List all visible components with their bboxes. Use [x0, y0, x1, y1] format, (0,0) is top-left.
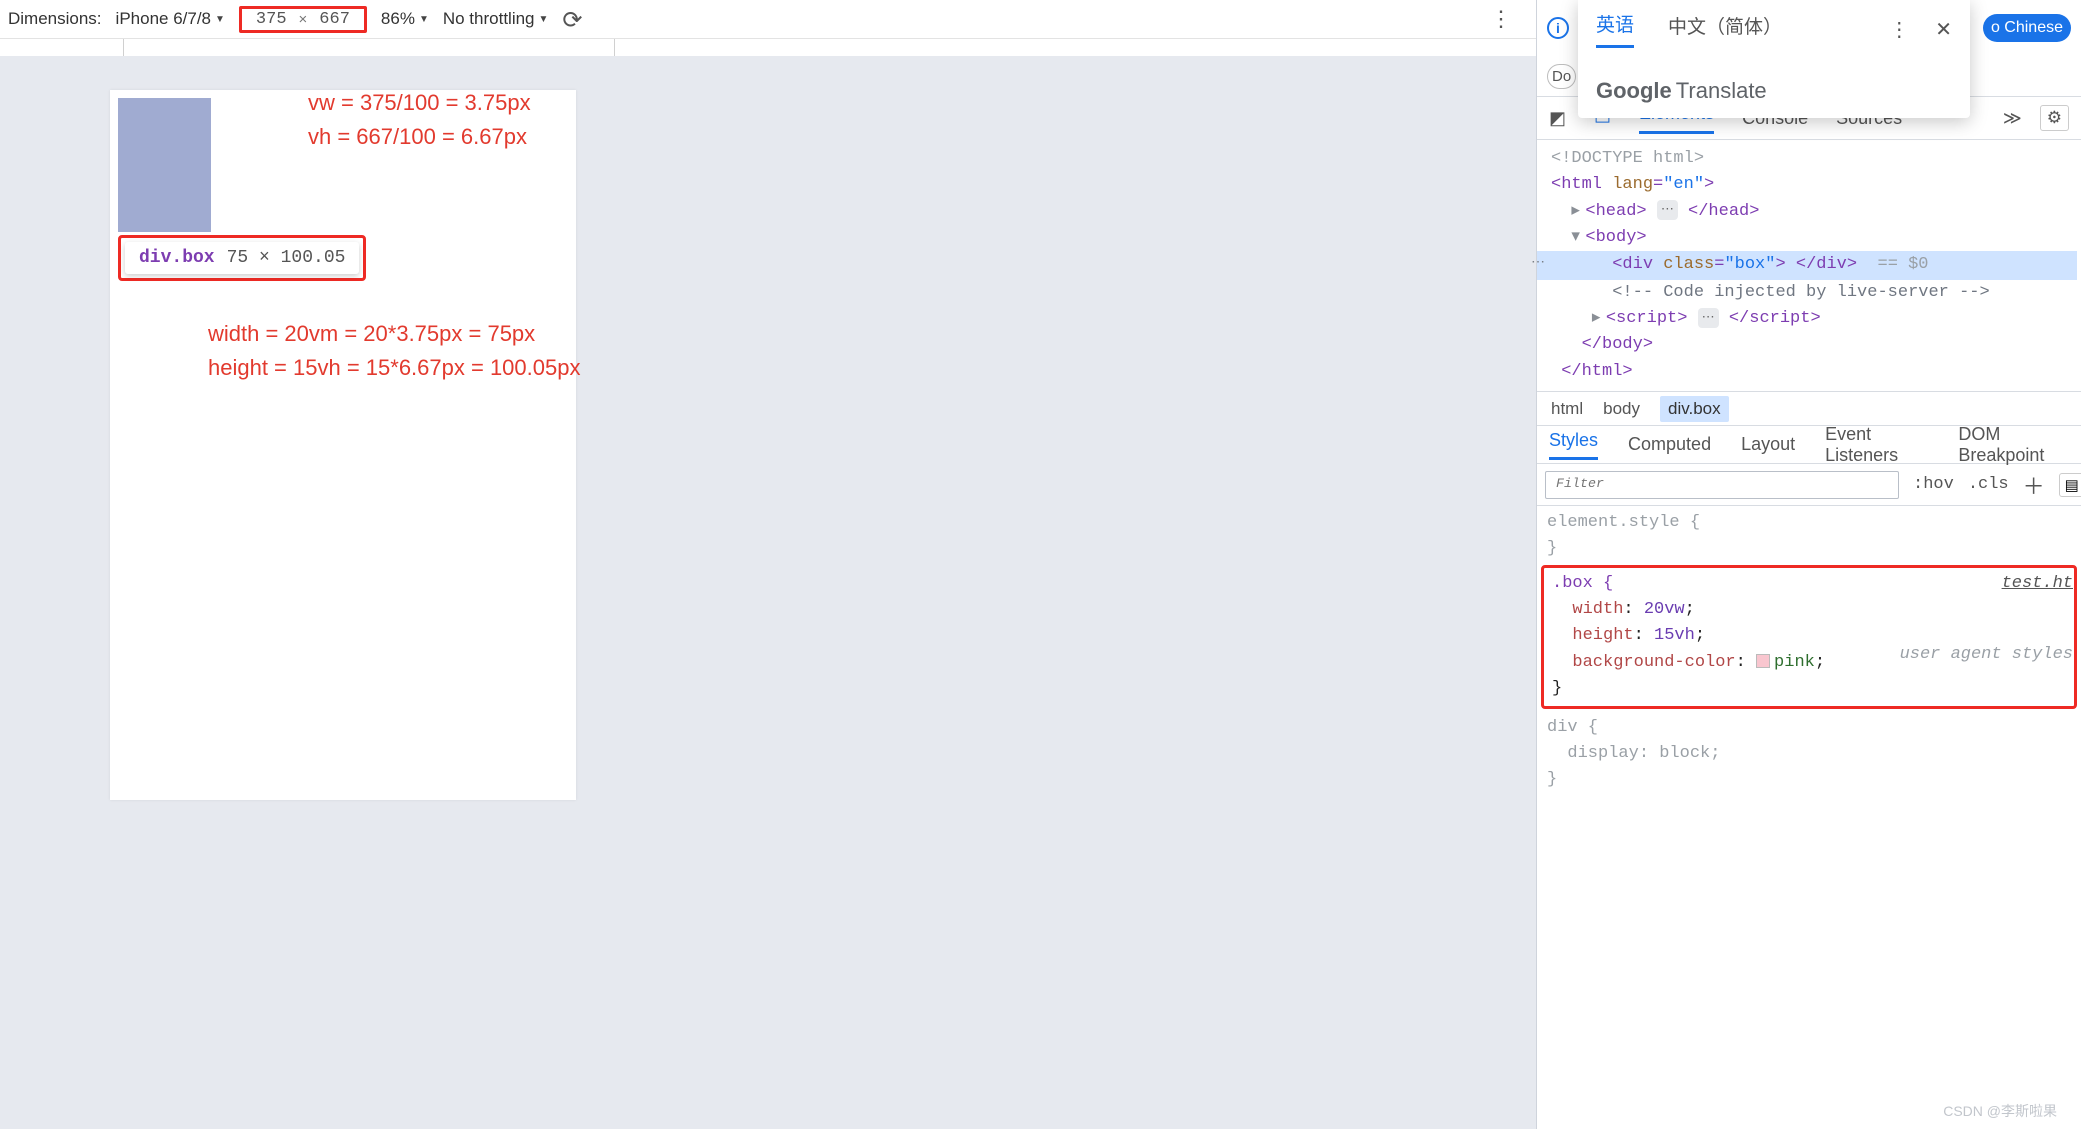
breadcrumb[interactable]: html body div.box	[1537, 392, 2081, 426]
styles-filter-row: :hov .cls ＋ ▤	[1537, 464, 2081, 506]
info-icon[interactable]: i	[1547, 17, 1569, 39]
dimensions-label: Dimensions:	[8, 9, 102, 29]
google-translate-brand: Google Translate	[1596, 78, 1952, 104]
translate-tab-chinese[interactable]: 中文（简体）	[1668, 12, 1782, 47]
tooltip-selector: div.box	[139, 248, 215, 268]
tabs-overflow-icon[interactable]: ≫	[2003, 108, 2022, 129]
rule-source-link[interactable]: test.ht	[2002, 571, 2073, 597]
watermark: CSDN @李斯啦果	[1943, 1101, 2057, 1121]
inspect-tooltip-annotated: div.box 75 × 100.05	[118, 235, 366, 281]
style-rules[interactable]: element.style { } test.ht .box { width: …	[1537, 506, 2081, 803]
new-rule-icon[interactable]: ＋	[2023, 469, 2045, 501]
inspect-tooltip: div.box 75 × 100.05	[125, 242, 359, 274]
more-menu-icon[interactable]: ⋮	[1490, 6, 1510, 32]
styles-filter-input[interactable]	[1545, 471, 1899, 499]
annotation-width-height: width = 20vm = 20*3.75px = 75px height =…	[208, 317, 580, 385]
crumb-body[interactable]: body	[1603, 399, 1640, 419]
throttle-select[interactable]: No throttling▼	[443, 9, 549, 29]
crumb-divbox[interactable]: div.box	[1660, 396, 1729, 422]
tab-layout[interactable]: Layout	[1741, 434, 1795, 455]
chevron-down-icon: ▼	[419, 14, 429, 25]
inspect-icon[interactable]: ◩	[1549, 108, 1566, 129]
info-pill-ghost[interactable]: Do	[1547, 64, 1576, 89]
rule-box-annotated: test.ht .box { width: 20vw; height: 15vh…	[1541, 565, 2077, 709]
dom-selected-row[interactable]: ⋯ <div class="box"> </div> == $0	[1537, 251, 2077, 279]
panel-icon[interactable]: ▤	[2059, 473, 2081, 497]
translate-popup: 英语 中文（简体） ⋮ ✕ Google Translate	[1578, 0, 1970, 118]
settings-icon[interactable]: ⚙	[2040, 105, 2069, 131]
styles-tabbar: Styles Computed Layout Event Listeners D…	[1537, 426, 2081, 464]
times-symbol: ×	[299, 11, 308, 28]
ua-source: user agent styles	[1900, 642, 2073, 668]
ruler	[0, 38, 1536, 56]
device-canvas: vw = 375/100 = 3.75px vh = 667/100 = 6.6…	[0, 56, 1536, 1129]
crumb-html[interactable]: html	[1551, 399, 1583, 419]
viewport-width-input[interactable]: 375	[256, 10, 287, 29]
tab-styles[interactable]: Styles	[1549, 430, 1598, 460]
viewport-size-annotated: 375 × 667	[239, 6, 367, 33]
translate-tab-english[interactable]: 英语	[1596, 10, 1634, 48]
rotate-icon[interactable]: ⟳	[562, 6, 582, 35]
page-frame	[110, 90, 576, 800]
dom-tree[interactable]: <!DOCTYPE html> <html lang="en"> ▸<head>…	[1537, 140, 2081, 392]
inspected-box[interactable]	[118, 98, 211, 232]
tooltip-size: 75 × 100.05	[227, 248, 346, 268]
chevron-down-icon: ▼	[215, 14, 225, 25]
translate-more-icon[interactable]: ⋮	[1889, 17, 1909, 42]
zoom-select[interactable]: 86%▼	[381, 9, 429, 29]
hov-toggle[interactable]: :hov	[1913, 475, 1954, 494]
translate-close-icon[interactable]: ✕	[1935, 17, 1952, 42]
tab-event-listeners[interactable]: Event Listeners	[1825, 424, 1928, 466]
color-swatch-icon[interactable]	[1756, 654, 1770, 668]
tab-computed[interactable]: Computed	[1628, 434, 1711, 455]
device-toolbar: Dimensions: iPhone 6/7/8▼ 375 × 667 86%▼…	[0, 0, 1536, 38]
tab-dom-breakpoints[interactable]: DOM Breakpoint	[1958, 424, 2069, 466]
cls-toggle[interactable]: .cls	[1968, 475, 2009, 494]
device-select[interactable]: iPhone 6/7/8▼	[116, 9, 225, 29]
info-pill-right[interactable]: o Chinese	[1983, 14, 2071, 42]
annotation-vw-vh: vw = 375/100 = 3.75px vh = 667/100 = 6.6…	[308, 86, 531, 154]
viewport-height-input[interactable]: 667	[319, 10, 350, 29]
chevron-down-icon: ▼	[539, 14, 549, 25]
